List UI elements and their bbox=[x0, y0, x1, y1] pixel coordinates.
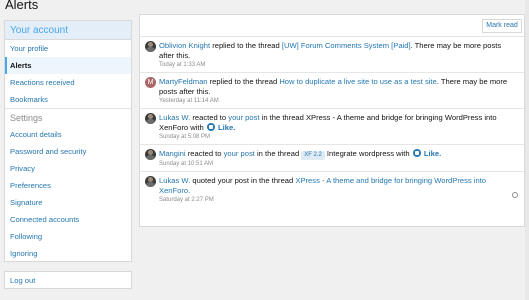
alert-item: M MartyFeldman replied to the thread How… bbox=[140, 73, 524, 109]
logout-panel: Log out bbox=[4, 271, 132, 289]
alert-user-link[interactable]: MartyFeldman bbox=[159, 77, 208, 86]
reaction-label: Like. bbox=[423, 149, 442, 158]
alert-thread-link[interactable]: How to duplicate a live site to use as a… bbox=[279, 77, 436, 86]
sidebar-item-your-profile[interactable]: Your profile bbox=[5, 40, 131, 57]
sidebar-item-privacy[interactable]: Privacy bbox=[5, 160, 131, 177]
alert-item: Lukas W. reacted to your post in the thr… bbox=[140, 109, 524, 145]
alert-thread-link[interactable]: [UW] Forum Comments System [Paid] bbox=[282, 41, 411, 50]
alert-item: Oblivion Knight replied to the thread [U… bbox=[140, 37, 524, 73]
alert-time: Saturday at 2:27 PM bbox=[159, 197, 214, 203]
avatar[interactable] bbox=[145, 149, 156, 160]
alert-text: Lukas W. reacted to your post in the thr… bbox=[159, 113, 518, 133]
account-sidebar: Your account Your profile Alerts Reactio… bbox=[4, 20, 132, 262]
page-scrollbar[interactable] bbox=[525, 0, 529, 300]
alert-user-link[interactable]: Mangini bbox=[159, 149, 186, 158]
sidebar-settings-heading: Settings bbox=[5, 108, 131, 126]
like-icon bbox=[206, 123, 215, 131]
avatar[interactable] bbox=[145, 41, 156, 52]
sidebar-item-reactions-received[interactable]: Reactions received bbox=[5, 74, 131, 91]
alerts-panel: Mark read Oblivion Knight replied to the… bbox=[139, 14, 525, 227]
avatar[interactable] bbox=[145, 113, 156, 124]
avatar[interactable]: M bbox=[145, 77, 156, 88]
mark-read-toggle-icon[interactable] bbox=[512, 192, 518, 198]
page-title: Alerts bbox=[5, 0, 39, 12]
alert-thread-text: in the thread bbox=[257, 149, 300, 158]
alert-post-link[interactable]: your post bbox=[228, 113, 259, 122]
alert-time: Today at 1:33 AM bbox=[159, 62, 206, 68]
mark-read-button[interactable]: Mark read bbox=[482, 19, 522, 33]
alert-action-text: quoted your post in the thread bbox=[192, 176, 294, 185]
alert-action-text: reacted to bbox=[187, 149, 222, 158]
alert-action-text: replied to the thread bbox=[212, 41, 280, 50]
sidebar-item-connected-accounts[interactable]: Connected accounts bbox=[5, 211, 131, 228]
alert-time: Sunday at 5:08 PM bbox=[159, 134, 211, 140]
sidebar-item-account-details[interactable]: Account details bbox=[5, 126, 131, 143]
like-icon bbox=[412, 149, 421, 157]
sidebar-item-ignoring[interactable]: Ignoring bbox=[5, 245, 131, 262]
alert-action-text: reacted to bbox=[192, 113, 227, 122]
sidebar-item-signature[interactable]: Signature bbox=[5, 194, 131, 211]
sidebar-item-alerts[interactable]: Alerts bbox=[5, 57, 131, 74]
sidebar-item-password-security[interactable]: Password and security bbox=[5, 143, 131, 160]
alert-action-text: replied to the thread bbox=[209, 77, 278, 86]
alert-time: Yesterday at 11:14 AM bbox=[159, 98, 219, 104]
alert-user-link[interactable]: Lukas W. bbox=[159, 176, 190, 185]
reaction-label: Like. bbox=[218, 123, 236, 132]
alerts-toolbar: Mark read bbox=[140, 15, 524, 37]
alert-thread-title: Integrate wordpress with bbox=[326, 149, 410, 158]
alert-item: Lukas W. quoted your post in the thread … bbox=[140, 172, 524, 207]
alert-text: Oblivion Knight replied to the thread [U… bbox=[159, 41, 518, 61]
alert-time: Sunday at 10:51 AM bbox=[159, 161, 214, 167]
sidebar-item-bookmarks[interactable]: Bookmarks bbox=[5, 91, 131, 108]
sidebar-heading: Your account bbox=[5, 21, 131, 40]
alert-text: Mangini reacted to your post in the thre… bbox=[159, 149, 518, 160]
logout-link[interactable]: Log out bbox=[5, 272, 131, 289]
alert-user-link[interactable]: Oblivion Knight bbox=[159, 41, 210, 50]
alert-text: Lukas W. quoted your post in the thread … bbox=[159, 176, 518, 196]
alert-user-link[interactable]: Lukas W. bbox=[159, 113, 190, 122]
alert-item: Mangini reacted to your post in the thre… bbox=[140, 145, 524, 172]
thread-prefix-badge: XF 2.2 bbox=[301, 151, 325, 160]
sidebar-item-preferences[interactable]: Preferences bbox=[5, 177, 131, 194]
alert-text: MartyFeldman replied to the thread How t… bbox=[159, 77, 518, 97]
sidebar-item-following[interactable]: Following bbox=[5, 228, 131, 245]
alert-post-link[interactable]: your post bbox=[224, 149, 255, 158]
avatar[interactable] bbox=[145, 176, 156, 187]
